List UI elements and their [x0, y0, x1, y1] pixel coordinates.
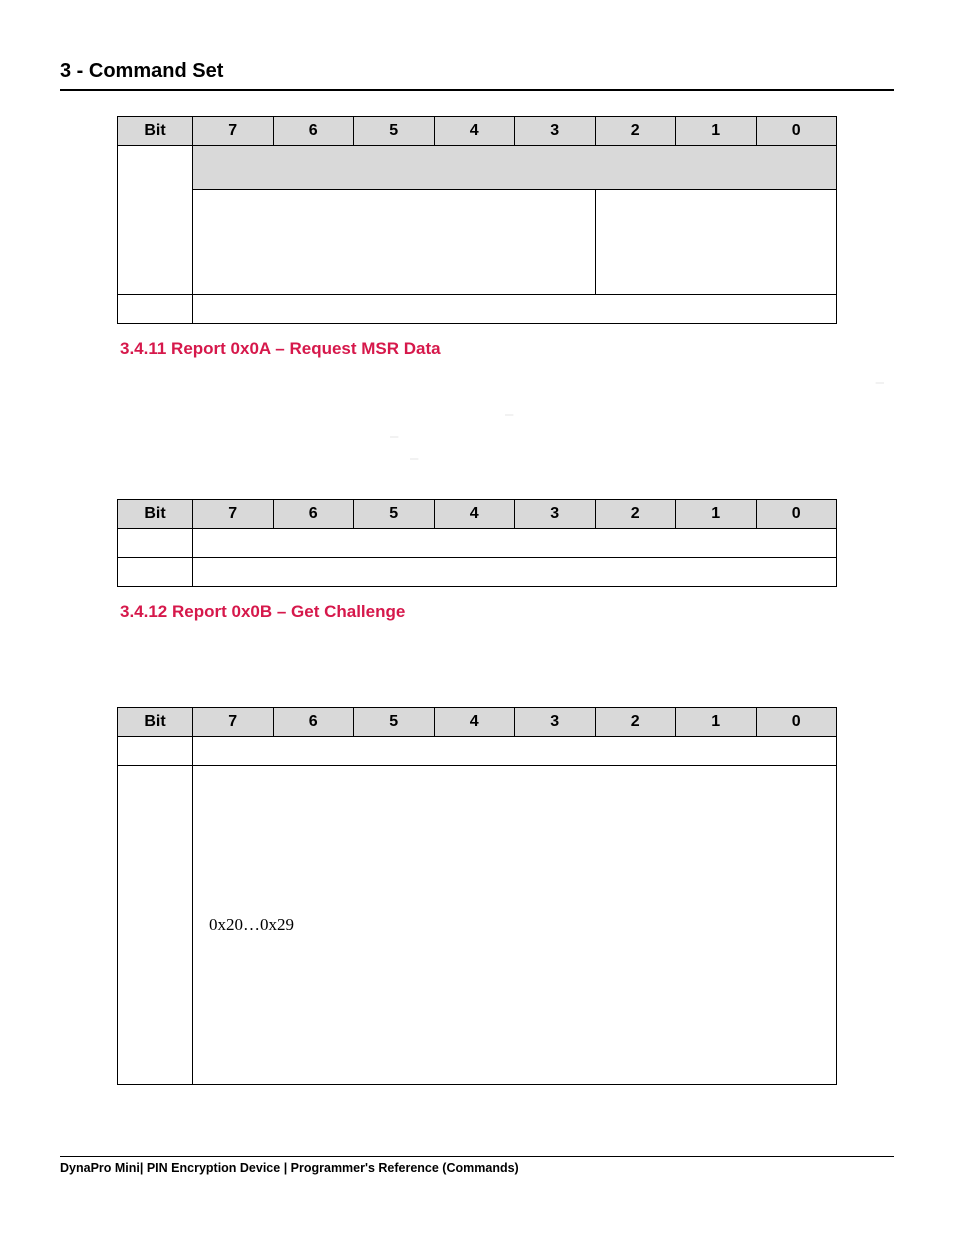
th-bit: Bit — [118, 708, 193, 737]
ghost-paragraph: – – – – — [120, 374, 894, 469]
dash-icon: – — [505, 406, 513, 423]
th-2: 2 — [595, 500, 676, 529]
section-heading-3-4-12: 3.4.12 Report 0x0B – Get Challenge — [120, 602, 894, 622]
th-7: 7 — [193, 117, 274, 146]
th-bit: Bit — [118, 117, 193, 146]
cell-bit — [118, 146, 193, 295]
hex-range-text: 0x20…0x29 — [199, 915, 830, 935]
th-4: 4 — [434, 708, 515, 737]
th-5: 5 — [354, 117, 435, 146]
th-0: 0 — [756, 117, 837, 146]
cell-bit — [118, 529, 193, 558]
table-row — [118, 146, 837, 190]
cell-content: 0x20…0x29 — [193, 766, 837, 1085]
table-row: Bit 7 6 5 4 3 2 1 0 — [118, 117, 837, 146]
th-2: 2 — [595, 117, 676, 146]
table-row: Bit 7 6 5 4 3 2 1 0 — [118, 500, 837, 529]
th-1: 1 — [676, 117, 757, 146]
cell-bit — [118, 766, 193, 1085]
th-4: 4 — [434, 500, 515, 529]
dash-icon: – — [390, 428, 398, 445]
table-row: 0x20…0x29 — [118, 766, 837, 1085]
cell-shaded — [193, 146, 837, 190]
cell-bit — [118, 558, 193, 587]
table-row — [118, 295, 837, 324]
th-5: 5 — [354, 500, 435, 529]
th-2: 2 — [595, 708, 676, 737]
page: 3 - Command Set Bit 7 6 5 4 3 2 1 0 — [0, 0, 954, 1235]
th-1: 1 — [676, 708, 757, 737]
table-row: Bit 7 6 5 4 3 2 1 0 — [118, 708, 837, 737]
dash-icon: – — [876, 374, 884, 391]
th-0: 0 — [756, 708, 837, 737]
table-2: Bit 7 6 5 4 3 2 1 0 — [117, 499, 837, 587]
th-6: 6 — [273, 708, 354, 737]
th-4: 4 — [434, 117, 515, 146]
table-3: Bit 7 6 5 4 3 2 1 0 0x20…0x29 — [117, 707, 837, 1085]
th-7: 7 — [193, 708, 274, 737]
cell-bit — [118, 295, 193, 324]
th-1: 1 — [676, 500, 757, 529]
page-title: 3 - Command Set — [60, 60, 894, 91]
table-row — [118, 558, 837, 587]
th-3: 3 — [515, 117, 596, 146]
table-row — [118, 737, 837, 766]
th-5: 5 — [354, 708, 435, 737]
cell-bit — [118, 737, 193, 766]
th-6: 6 — [273, 117, 354, 146]
th-bit: Bit — [118, 500, 193, 529]
cell-wide — [193, 529, 837, 558]
spacer — [60, 637, 894, 707]
th-3: 3 — [515, 708, 596, 737]
cell-wide — [193, 295, 837, 324]
footer-text: DynaPro Mini| PIN Encryption Device | Pr… — [60, 1156, 894, 1175]
th-6: 6 — [273, 500, 354, 529]
cell-wide — [193, 737, 837, 766]
table-1: Bit 7 6 5 4 3 2 1 0 — [117, 116, 837, 324]
cell-wide-left — [193, 190, 596, 295]
dash-icon: – — [410, 450, 418, 467]
th-7: 7 — [193, 500, 274, 529]
section-heading-3-4-11: 3.4.11 Report 0x0A – Request MSR Data — [120, 339, 894, 359]
table-row — [118, 529, 837, 558]
th-3: 3 — [515, 500, 596, 529]
table-row — [118, 190, 837, 295]
cell-right — [595, 190, 837, 295]
th-0: 0 — [756, 500, 837, 529]
cell-wide — [193, 558, 837, 587]
